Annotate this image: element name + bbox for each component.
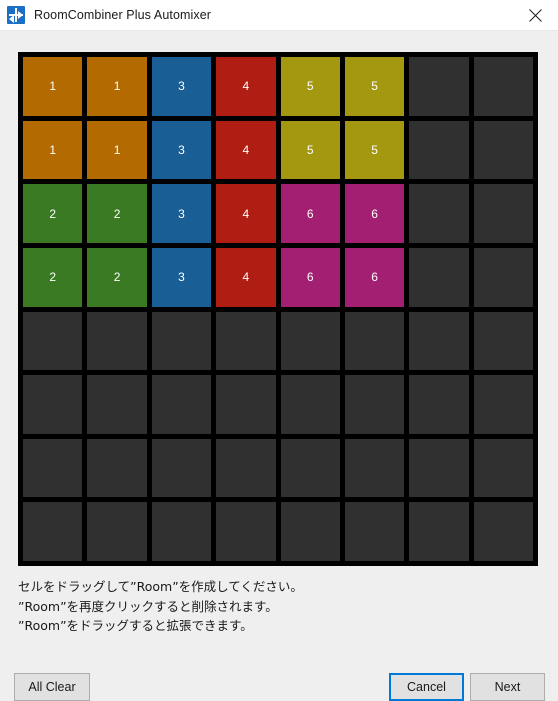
room-grid[interactable]: 113455113455223466223466: [23, 57, 533, 561]
empty-cell[interactable]: [409, 311, 469, 371]
empty-cell[interactable]: [87, 502, 147, 561]
empty-cell[interactable]: [216, 375, 276, 434]
empty-cell[interactable]: [344, 438, 405, 498]
empty-cell[interactable]: [473, 184, 533, 243]
room-cell[interactable]: 5: [280, 57, 340, 116]
room-cell[interactable]: 6: [280, 184, 340, 243]
room-cell[interactable]: 6: [344, 184, 405, 243]
room-cell[interactable]: 3: [151, 247, 212, 307]
empty-cell[interactable]: [87, 375, 147, 434]
empty-cell[interactable]: [151, 375, 212, 434]
empty-cell[interactable]: [473, 57, 533, 116]
empty-cell[interactable]: [409, 120, 469, 180]
empty-cell[interactable]: [280, 311, 340, 371]
empty-cell[interactable]: [87, 438, 147, 498]
room-cell[interactable]: 5: [344, 120, 405, 180]
empty-cell[interactable]: [216, 438, 276, 498]
empty-cell[interactable]: [409, 502, 469, 561]
empty-cell[interactable]: [409, 184, 469, 243]
cancel-button[interactable]: Cancel: [389, 673, 464, 701]
empty-cell[interactable]: [23, 311, 83, 371]
window-title: RoomCombiner Plus Automixer: [34, 8, 212, 22]
empty-cell[interactable]: [473, 311, 533, 371]
room-cell[interactable]: 4: [216, 57, 276, 116]
next-button[interactable]: Next: [470, 673, 545, 701]
empty-cell[interactable]: [344, 375, 405, 434]
instruction-line-1: セルをドラッグして”Room”を作成してください。: [18, 579, 303, 594]
empty-cell[interactable]: [409, 57, 469, 116]
room-cell[interactable]: 4: [216, 184, 276, 243]
room-cell[interactable]: 1: [23, 120, 83, 180]
empty-cell[interactable]: [473, 120, 533, 180]
empty-cell[interactable]: [409, 247, 469, 307]
room-cell[interactable]: 2: [23, 184, 83, 243]
empty-cell[interactable]: [280, 502, 340, 561]
room-grid-container: 113455113455223466223466: [18, 52, 538, 566]
room-cell[interactable]: 6: [344, 247, 405, 307]
empty-cell[interactable]: [151, 311, 212, 371]
close-icon[interactable]: [512, 0, 558, 31]
empty-cell[interactable]: [473, 247, 533, 307]
empty-cell[interactable]: [409, 375, 469, 434]
room-cell[interactable]: 2: [87, 184, 147, 243]
dialog-button-bar: All Clear Cancel Next: [0, 643, 558, 701]
empty-cell[interactable]: [216, 311, 276, 371]
empty-cell[interactable]: [473, 502, 533, 561]
room-combiner-icon: [7, 6, 25, 24]
room-cell[interactable]: 1: [87, 120, 147, 180]
empty-cell[interactable]: [23, 502, 83, 561]
room-cell[interactable]: 6: [280, 247, 340, 307]
room-cell[interactable]: 5: [280, 120, 340, 180]
empty-cell[interactable]: [87, 311, 147, 371]
empty-cell[interactable]: [280, 438, 340, 498]
empty-cell[interactable]: [344, 502, 405, 561]
empty-cell[interactable]: [23, 438, 83, 498]
empty-cell[interactable]: [344, 311, 405, 371]
room-cell[interactable]: 2: [87, 247, 147, 307]
empty-cell[interactable]: [23, 375, 83, 434]
room-cell[interactable]: 2: [23, 247, 83, 307]
room-cell[interactable]: 4: [216, 247, 276, 307]
empty-cell[interactable]: [409, 438, 469, 498]
empty-cell[interactable]: [216, 502, 276, 561]
instruction-line-3: ”Room”をドラッグすると拡張できます。: [18, 618, 253, 633]
title-bar: RoomCombiner Plus Automixer: [0, 0, 558, 31]
empty-cell[interactable]: [151, 438, 212, 498]
room-cell[interactable]: 5: [344, 57, 405, 116]
room-cell[interactable]: 4: [216, 120, 276, 180]
room-cell[interactable]: 1: [87, 57, 147, 116]
room-cell[interactable]: 3: [151, 184, 212, 243]
empty-cell[interactable]: [151, 502, 212, 561]
room-cell[interactable]: 1: [23, 57, 83, 116]
instructions: セルをドラッグして”Room”を作成してください。 ”Room”を再度クリックす…: [18, 577, 538, 636]
room-cell[interactable]: 3: [151, 57, 212, 116]
all-clear-button[interactable]: All Clear: [14, 673, 90, 701]
room-cell[interactable]: 3: [151, 120, 212, 180]
empty-cell[interactable]: [473, 375, 533, 434]
empty-cell[interactable]: [280, 375, 340, 434]
empty-cell[interactable]: [473, 438, 533, 498]
dialog-body: 113455113455223466223466 セルをドラッグして”Room”…: [0, 31, 558, 701]
instruction-line-2: ”Room”を再度クリックすると削除されます。: [18, 598, 278, 614]
